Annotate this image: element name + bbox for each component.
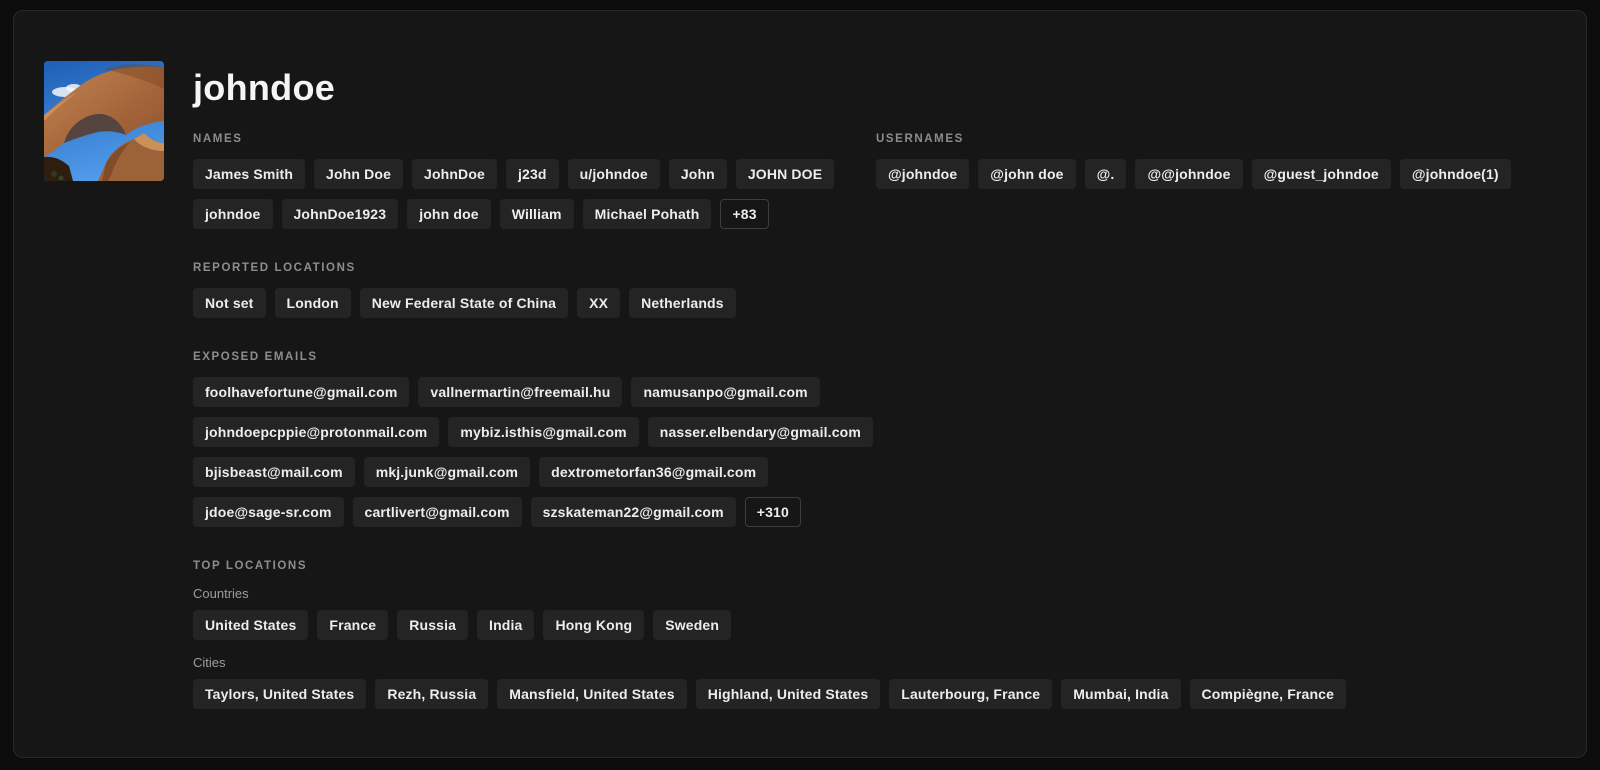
name-chip: William xyxy=(500,199,574,229)
countries-chip-list: United States France Russia India Hong Kong S… xyxy=(193,610,1550,640)
reported-locations-label: REPORTED LOCATIONS xyxy=(193,262,876,274)
country-chip: France xyxy=(317,610,388,640)
chip-row: Not set London New Federal State of China X… xyxy=(193,288,876,318)
exposed-emails-chip-list: foolhavefortune@gmail.com vallnermartin@f… xyxy=(193,377,876,527)
section-names: NAMES James Smith John Doe JohnDoe j23d u/jo… xyxy=(193,133,876,229)
chip-row: James Smith John Doe JohnDoe j23d u/johndoe J… xyxy=(193,159,876,189)
name-chip: u/johndoe xyxy=(568,159,660,189)
section-usernames: USERNAMES @johndoe @john doe @. @@johndoe @g… xyxy=(876,133,1550,189)
city-chip: Highland, United States xyxy=(696,679,881,709)
email-chip: bjisbeast@mail.com xyxy=(193,457,355,487)
cities-label: Cities xyxy=(193,655,1550,670)
name-chip: JOHN DOE xyxy=(736,159,834,189)
country-chip: Hong Kong xyxy=(543,610,644,640)
name-chip: JohnDoe1923 xyxy=(282,199,399,229)
chip-row: @johndoe @john doe @. @@johndoe @guest_johnd… xyxy=(876,159,1550,189)
email-chip: johndoepcppie@protonmail.com xyxy=(193,417,439,447)
countries-label: Countries xyxy=(193,586,1550,601)
country-chip: India xyxy=(477,610,534,640)
name-chip: john doe xyxy=(407,199,491,229)
cities-group: Cities Taylors, United States Rezh, Russi… xyxy=(193,655,1550,709)
usernames-chip-list: @johndoe @john doe @. @@johndoe @guest_johnd… xyxy=(876,159,1550,189)
name-chip: John Doe xyxy=(314,159,403,189)
chip-row: johndoepcppie@protonmail.com mybiz.isthis… xyxy=(193,417,876,447)
email-chip: dextrometorfan36@gmail.com xyxy=(539,457,768,487)
countries-group: Countries United States France Russia India… xyxy=(193,586,1550,640)
section-reported-locations: REPORTED LOCATIONS Not set London New Fede… xyxy=(193,262,876,318)
profile-content: johndoe NAMES James Smith John Doe JohnDoe… xyxy=(193,59,1550,709)
username-chip: @guest_johndoe xyxy=(1252,159,1391,189)
city-chip: Lauterbourg, France xyxy=(889,679,1052,709)
email-chip: vallnermartin@freemail.hu xyxy=(418,377,622,407)
chip-row: jdoe@sage-sr.com cartlivert@gmail.com szsk… xyxy=(193,497,876,527)
top-locations-label: TOP LOCATIONS xyxy=(193,560,1550,572)
city-chip: Rezh, Russia xyxy=(375,679,488,709)
name-chip-more[interactable]: +83 xyxy=(720,199,768,229)
username-chip: @johndoe(1) xyxy=(1400,159,1511,189)
email-chip: mybiz.isthis@gmail.com xyxy=(448,417,638,447)
email-chip: namusanpo@gmail.com xyxy=(631,377,819,407)
chip-row: United States France Russia India Hong Kong S… xyxy=(193,610,1550,640)
city-chip: Mumbai, India xyxy=(1061,679,1180,709)
city-chip: Mansfield, United States xyxy=(497,679,686,709)
reported-location-chip: Netherlands xyxy=(629,288,736,318)
username-chip: @. xyxy=(1085,159,1127,189)
name-chip: Michael Pohath xyxy=(583,199,712,229)
name-chip: John xyxy=(669,159,727,189)
country-chip: Sweden xyxy=(653,610,731,640)
email-chip: foolhavefortune@gmail.com xyxy=(193,377,409,407)
reported-location-chip: New Federal State of China xyxy=(360,288,568,318)
cities-chip-list: Taylors, United States Rezh, Russia Mansfi… xyxy=(193,679,1550,709)
reported-location-chip: XX xyxy=(577,288,620,318)
chip-row: Taylors, United States Rezh, Russia Mansfi… xyxy=(193,679,1550,709)
names-label: NAMES xyxy=(193,133,876,145)
usernames-label: USERNAMES xyxy=(876,133,1550,145)
name-chip: johndoe xyxy=(193,199,273,229)
email-chip: mkj.junk@gmail.com xyxy=(364,457,530,487)
reported-locations-chip-list: Not set London New Federal State of China X… xyxy=(193,288,876,318)
section-exposed-emails: EXPOSED EMAILS foolhavefortune@gmail.com… xyxy=(193,351,876,527)
name-chip: JohnDoe xyxy=(412,159,497,189)
email-chip: cartlivert@gmail.com xyxy=(353,497,522,527)
columns: NAMES James Smith John Doe JohnDoe j23d u/jo… xyxy=(193,133,1550,527)
exposed-emails-label: EXPOSED EMAILS xyxy=(193,351,876,363)
city-chip: Taylors, United States xyxy=(193,679,366,709)
chip-row: johndoe JohnDoe1923 john doe William Michael… xyxy=(193,199,876,229)
rock-arch-image xyxy=(44,61,164,181)
section-top-locations: TOP LOCATIONS Countries United States Fra… xyxy=(193,560,1550,709)
name-chip: j23d xyxy=(506,159,559,189)
email-chip: nasser.elbendary@gmail.com xyxy=(648,417,873,447)
chip-row: foolhavefortune@gmail.com vallnermartin@f… xyxy=(193,377,876,407)
country-chip: Russia xyxy=(397,610,468,640)
names-chip-list: James Smith John Doe JohnDoe j23d u/johndoe J… xyxy=(193,159,876,229)
username-chip: @@johndoe xyxy=(1135,159,1242,189)
country-chip: United States xyxy=(193,610,308,640)
left-column: NAMES James Smith John Doe JohnDoe j23d u/jo… xyxy=(193,133,876,527)
username-chip: @johndoe xyxy=(876,159,969,189)
name-chip: James Smith xyxy=(193,159,305,189)
chip-row: bjisbeast@mail.com mkj.junk@gmail.com dext… xyxy=(193,457,876,487)
right-column: USERNAMES @johndoe @john doe @. @@johndoe @g… xyxy=(876,133,1550,527)
email-chip-more[interactable]: +310 xyxy=(745,497,801,527)
city-chip: Compiègne, France xyxy=(1190,679,1346,709)
username-chip: @john doe xyxy=(978,159,1075,189)
email-chip: jdoe@sage-sr.com xyxy=(193,497,344,527)
reported-location-chip: London xyxy=(275,288,351,318)
email-chip: szskateman22@gmail.com xyxy=(531,497,736,527)
profile-card: johndoe NAMES James Smith John Doe JohnDoe… xyxy=(13,10,1587,758)
reported-location-chip: Not set xyxy=(193,288,266,318)
avatar xyxy=(44,61,164,181)
page-title: johndoe xyxy=(193,67,1550,109)
